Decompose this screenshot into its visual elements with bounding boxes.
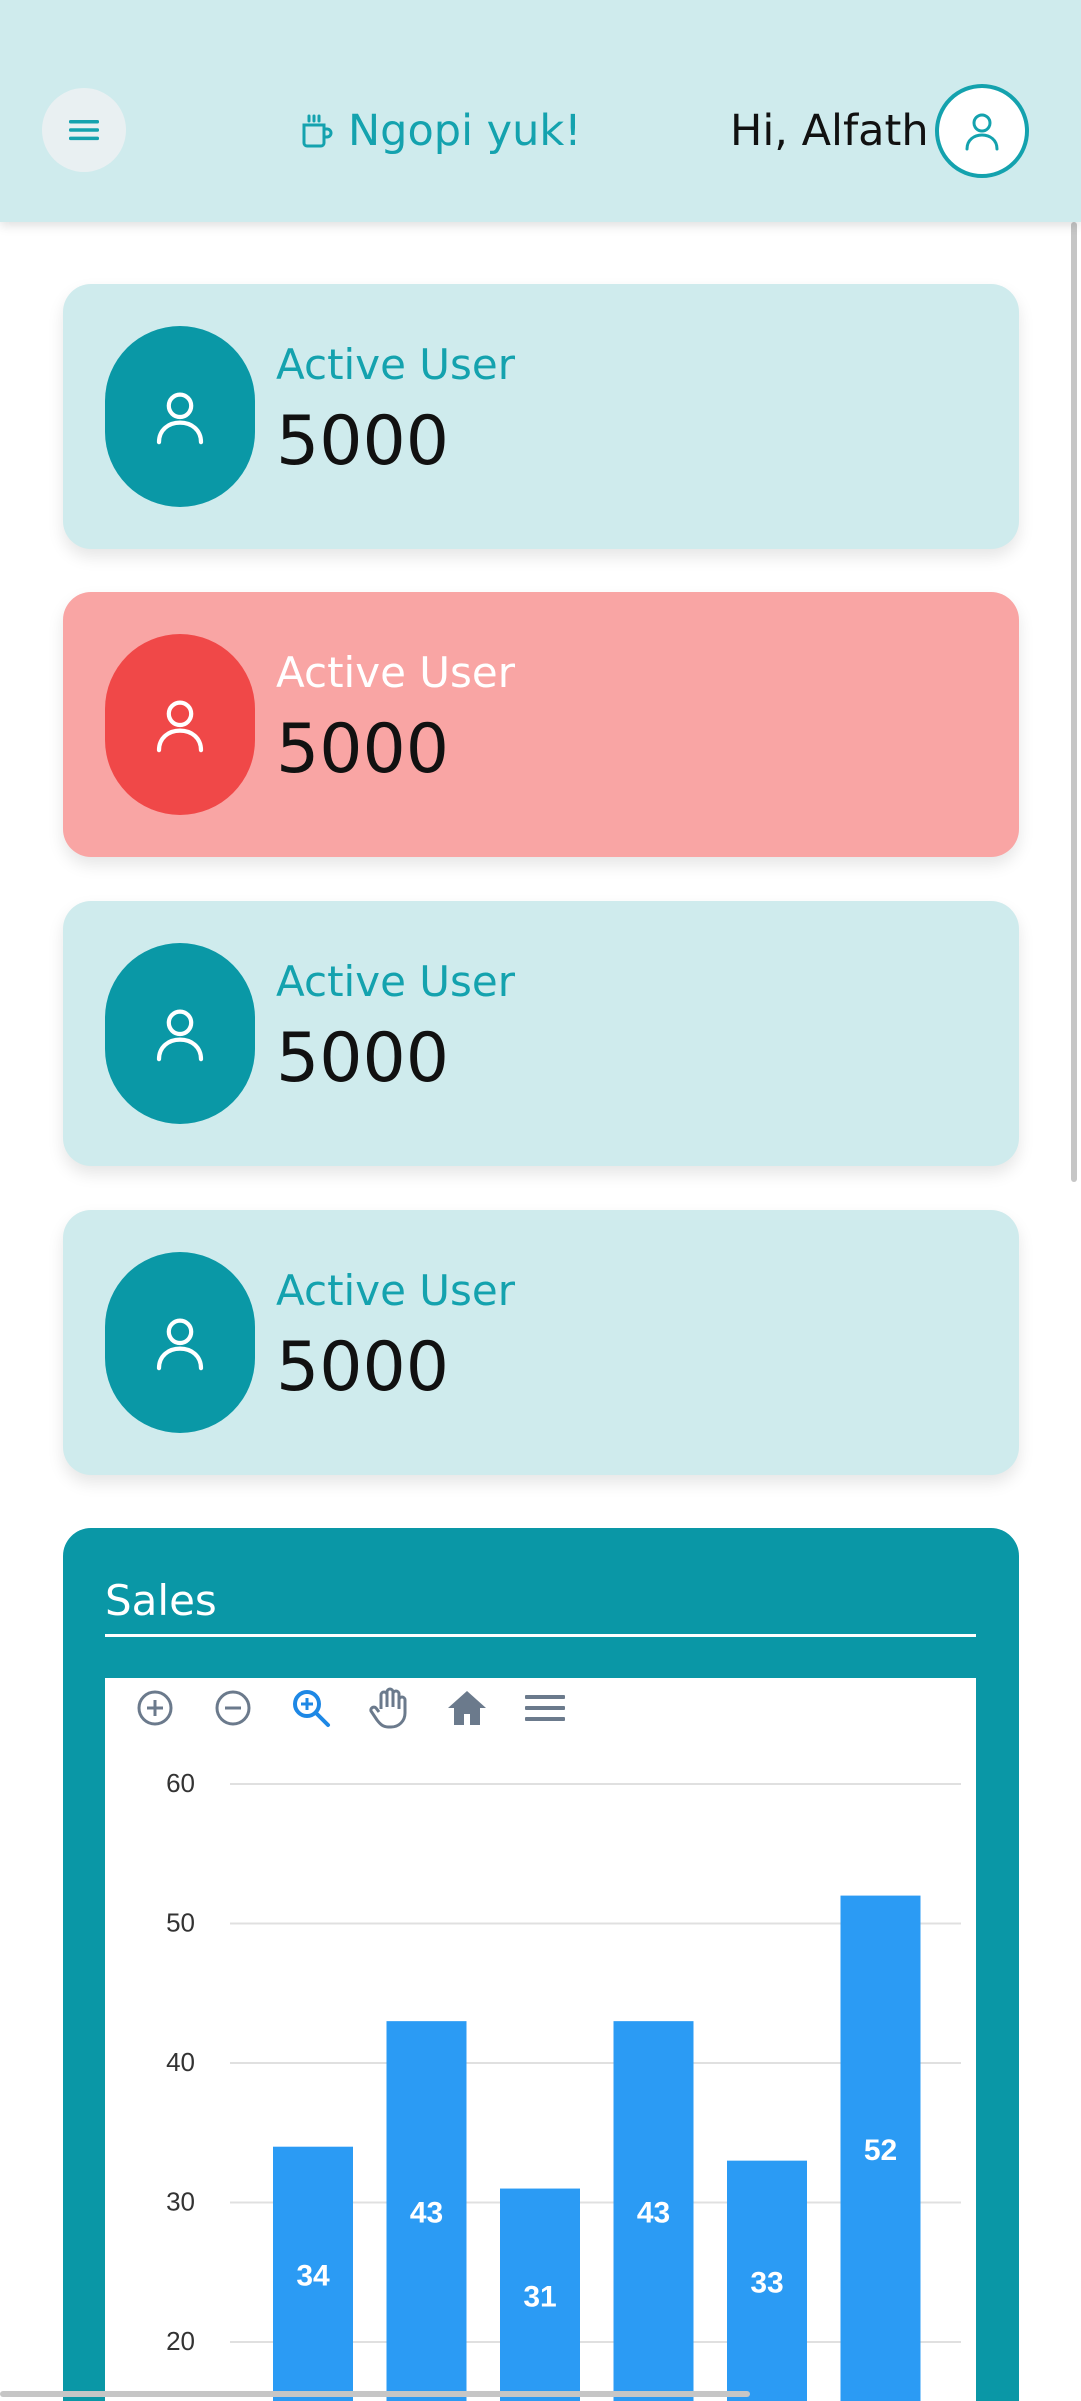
user-icon (965, 113, 999, 151)
stat-label: Active User (276, 340, 515, 389)
profile-avatar-button[interactable] (935, 84, 1029, 178)
hamburger-icon (69, 120, 99, 141)
bar-value-label: 43 (637, 2197, 670, 2230)
sales-title: Sales (105, 1576, 217, 1625)
y-tick-label: 40 (166, 2047, 195, 2077)
sales-chart: 20 30 40 50 60 34 43 31 43 33 52 (105, 1678, 976, 2401)
stat-icon-bubble (105, 326, 255, 507)
horizontal-scrollbar[interactable] (0, 2391, 750, 2397)
y-tick-label: 20 (166, 2326, 195, 2356)
y-tick-label: 30 (166, 2187, 195, 2217)
stat-icon-bubble (105, 1252, 255, 1433)
stat-value: 5000 (276, 1019, 450, 1098)
stat-card: Active User 5000 (63, 1210, 1019, 1475)
stat-icon-bubble (105, 943, 255, 1124)
stat-label: Active User (276, 648, 515, 697)
sales-panel: Sales 20 30 40 50 60 34 43 31 43 33 52 (63, 1528, 1019, 2401)
user-icon (156, 1318, 204, 1370)
sales-divider (105, 1634, 976, 1637)
stat-label: Active User (276, 1266, 515, 1315)
stat-card: Active User 5000 (63, 284, 1019, 549)
y-tick-label: 50 (166, 1908, 195, 1938)
bar-value-label: 33 (750, 2266, 783, 2299)
bar-chart-plot: 20 30 40 50 60 34 43 31 43 33 52 (166, 1768, 961, 2401)
user-icon (156, 700, 204, 752)
brand[interactable]: Ngopi yuk! (300, 98, 582, 164)
brand-label: Ngopi yuk! (348, 106, 582, 156)
user-icon (156, 1009, 204, 1061)
stat-value: 5000 (276, 402, 450, 481)
app-header: Ngopi yuk! Hi, Alfath (0, 0, 1081, 222)
vertical-scrollbar[interactable] (1071, 222, 1077, 1182)
y-tick-label: 60 (166, 1768, 195, 1798)
stat-card: Active User 5000 (63, 901, 1019, 1166)
stat-label: Active User (276, 957, 515, 1006)
menu-button[interactable] (42, 88, 126, 172)
stat-value: 5000 (276, 1328, 450, 1407)
dashboard-page: Ngopi yuk! Hi, Alfath Active User 5000 A… (0, 0, 1081, 2401)
stat-card: Active User 5000 (63, 592, 1019, 857)
user-greeting: Hi, Alfath (730, 106, 929, 156)
stat-value: 5000 (276, 710, 450, 789)
bar-value-label: 43 (410, 2197, 443, 2230)
bar-value-label: 31 (523, 2280, 556, 2313)
user-icon (156, 392, 204, 444)
coffee-cup-icon (302, 114, 333, 148)
stat-icon-bubble (105, 634, 255, 815)
bar-value-label: 34 (296, 2259, 330, 2292)
bar-value-label: 52 (864, 2134, 897, 2167)
